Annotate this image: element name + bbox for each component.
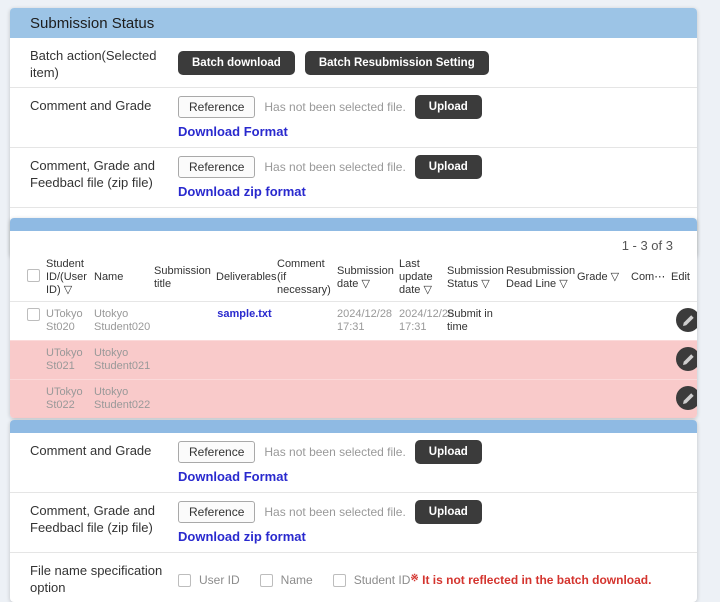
cell-grade [575, 302, 629, 341]
cell-name: Utokyo Student021 [92, 341, 152, 380]
pagination-status: 1 - 3 of 3 [10, 231, 697, 254]
reference-button[interactable]: Reference [178, 96, 255, 118]
download-zip-format-link[interactable]: Download zip format [178, 184, 306, 199]
comment-grade-row: Comment and Grade Reference Has not been… [10, 433, 697, 492]
pencil-icon [682, 314, 695, 327]
comment-grade-zip-row: Comment, Grade and Feedbacl file (zip fi… [10, 147, 697, 207]
user-id-checkbox-label: User ID [199, 573, 240, 587]
header-grade[interactable]: Grade ▽ [575, 254, 629, 302]
reference-button[interactable]: Reference [178, 156, 255, 178]
file-name-option-label: File name specification option [30, 558, 178, 596]
no-file-text: Has not been selected file. [264, 445, 405, 459]
cell-student-id: UTokyoSt020 [44, 302, 92, 341]
pencil-icon [682, 353, 695, 366]
deliverable-file-link[interactable]: sample.txt [217, 308, 271, 320]
cell-last-update: 2024/12/28 17:31 [397, 302, 445, 341]
comment-grade-zip-label: Comment, Grade and Feedbacl file (zip fi… [30, 153, 178, 201]
cell-name: Utokyo Student020 [92, 302, 152, 341]
download-format-link[interactable]: Download Format [178, 124, 288, 139]
name-checkbox[interactable] [260, 574, 273, 587]
header-submission-date[interactable]: Submission date ▽ [335, 254, 397, 302]
edit-button[interactable] [676, 386, 697, 410]
table-row: UTokyoSt020 Utokyo Student020 sample.txt… [10, 302, 697, 341]
header-edit: Edit [669, 254, 697, 302]
cell-status: Submit in time [445, 302, 504, 341]
header-resubmission-deadline[interactable]: Resubmission Dead Line ▽ [504, 254, 575, 302]
header-student-id[interactable]: Student ID/(User ID) ▽ [44, 254, 92, 302]
batch-download-note: ※ It is not reflected in the batch downl… [410, 573, 651, 587]
table-header-row: Student ID/(User ID) ▽ Name Submission t… [10, 254, 697, 302]
header-submission-title: Submission title [152, 254, 214, 302]
panel-accent-bar [10, 218, 697, 231]
header-deliverables: Deliverables [214, 254, 275, 302]
comment-grade-row: Comment and Grade Reference Has not been… [10, 87, 697, 147]
pencil-icon [682, 392, 695, 405]
comment-grade-zip-row: Comment, Grade and Feedbacl file (zip fi… [10, 492, 697, 552]
cell-submission-date: 2024/12/28 17:31 [335, 302, 397, 341]
submissions-table: Student ID/(User ID) ▽ Name Submission t… [10, 254, 697, 418]
cell-student-id: UTokyoSt022 [44, 380, 92, 419]
no-file-text: Has not been selected file. [264, 505, 405, 519]
header-name: Name [92, 254, 152, 302]
table-row: UTokyoSt021 Utokyo Student021 [10, 341, 697, 380]
comment-grade-zip-label: Comment, Grade and Feedbacl file (zip fi… [30, 498, 178, 546]
user-id-checkbox[interactable] [178, 574, 191, 587]
file-name-option-row: File name specification option User ID N… [10, 552, 697, 602]
upload-button[interactable]: Upload [415, 500, 482, 524]
upload-button[interactable]: Upload [415, 440, 482, 464]
select-all-checkbox[interactable] [27, 269, 40, 282]
submissions-table-panel: 1 - 3 of 3 Student ID/(User ID) ▽ Name S… [10, 218, 697, 418]
header-submission-status[interactable]: Submission Status ▽ [445, 254, 504, 302]
batch-action-label: Batch action(Selected item) [30, 43, 178, 81]
student-id-checkbox[interactable] [333, 574, 346, 587]
cell-student-id: UTokyoSt021 [44, 341, 92, 380]
upload-button[interactable]: Upload [415, 155, 482, 179]
reference-button[interactable]: Reference [178, 441, 255, 463]
lower-upload-panel: Comment and Grade Reference Has not been… [10, 420, 697, 602]
name-checkbox-label: Name [281, 573, 313, 587]
cell-name: Utokyo Student022 [92, 380, 152, 419]
header-comment: Comment (if necessary) [275, 254, 335, 302]
cell-com [629, 302, 669, 341]
panel-accent-bar [10, 420, 697, 433]
reference-button[interactable]: Reference [178, 501, 255, 523]
no-file-text: Has not been selected file. [264, 100, 405, 114]
header-last-update[interactable]: Last update date ▽ [397, 254, 445, 302]
edit-button[interactable] [676, 308, 697, 332]
panel-title-bar: Submission Status [10, 8, 697, 38]
batch-download-button[interactable]: Batch download [178, 51, 295, 75]
download-zip-format-link[interactable]: Download zip format [178, 529, 306, 544]
reference-mark: ※ [410, 573, 418, 584]
no-file-text: Has not been selected file. [264, 160, 405, 174]
cell-submission-title [152, 302, 214, 341]
header-com: Com⋯ [629, 254, 669, 302]
row-select-checkbox[interactable] [27, 308, 40, 321]
batch-resubmission-setting-button[interactable]: Batch Resubmission Setting [305, 51, 489, 75]
batch-action-row: Batch action(Selected item) Batch downlo… [10, 38, 697, 87]
table-row: UTokyoSt022 Utokyo Student022 [10, 380, 697, 419]
comment-grade-label: Comment and Grade [30, 93, 178, 141]
edit-button[interactable] [676, 347, 697, 371]
student-id-checkbox-label: Student ID [354, 573, 411, 587]
comment-grade-label: Comment and Grade [30, 438, 178, 486]
upload-button[interactable]: Upload [415, 95, 482, 119]
download-format-link[interactable]: Download Format [178, 469, 288, 484]
panel-title: Submission Status [30, 15, 154, 32]
cell-comment [275, 302, 335, 341]
cell-resubmission [504, 302, 575, 341]
